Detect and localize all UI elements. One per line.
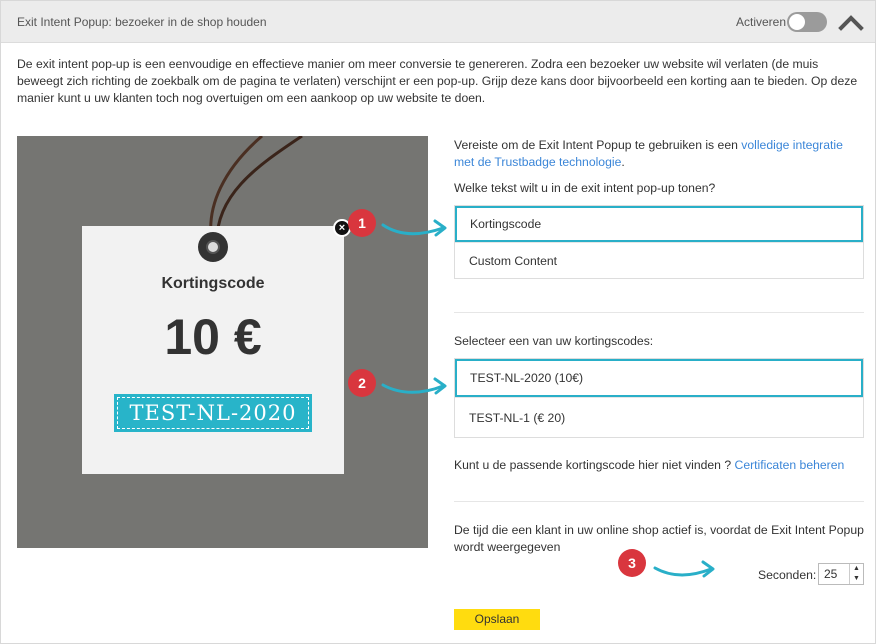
intro-text: De exit intent pop-up is een eenvoudige … (17, 57, 858, 105)
seconds-label: Seconden: (758, 568, 817, 582)
seconds-value: 25 (824, 567, 838, 581)
chevron-up-icon (838, 15, 864, 31)
tag-code: TEST-NL-2020 (117, 397, 309, 429)
panel-title: Exit Intent Popup: bezoeker in de shop h… (17, 15, 267, 29)
option-kortingscode[interactable]: Kortingscode (455, 206, 863, 242)
code-not-found-text: Kunt u de passende kortingscode hier nie… (454, 458, 845, 472)
panel-header: Exit Intent Popup: bezoeker in de shop h… (1, 1, 875, 43)
spin-buttons[interactable]: ▲ ▼ (849, 564, 863, 584)
toggle-knob (789, 14, 805, 30)
option-custom-content[interactable]: Custom Content (455, 242, 863, 278)
collapse-button[interactable] (837, 11, 865, 33)
tag-code-box: TEST-NL-2020 (114, 394, 312, 432)
arrow-right-icon (381, 377, 447, 395)
content-type-list: Kortingscode Custom Content (454, 205, 864, 279)
divider (454, 312, 864, 313)
content-question: Welke tekst wilt u in de exit intent pop… (454, 181, 716, 195)
code-option-test-nl-1[interactable]: TEST-NL-1 (€ 20) (455, 397, 863, 437)
popup-preview: Kortingscode 10 € TEST-NL-2020 (17, 136, 428, 548)
tag-title: Kortingscode (161, 275, 265, 292)
tag-eyelet-icon (198, 232, 228, 262)
activate-label: Activeren (736, 15, 787, 29)
discount-tag: Kortingscode 10 € TEST-NL-2020 (82, 226, 344, 474)
activate-toggle[interactable] (787, 12, 827, 32)
save-button[interactable]: Opslaan (454, 609, 540, 630)
tag-amount: 10 € (164, 309, 262, 365)
exit-intent-panel: Exit Intent Popup: bezoeker in de shop h… (0, 0, 876, 644)
discount-code-list: TEST-NL-2020 (10€) TEST-NL-1 (€ 20) (454, 358, 864, 438)
step-badge-2: 2 (348, 369, 376, 397)
spin-down-icon[interactable]: ▼ (850, 574, 863, 584)
requirement-text: Vereiste om de Exit Intent Popup te gebr… (454, 138, 843, 169)
step-badge-1: 1 (348, 209, 376, 237)
code-option-test-nl-2020[interactable]: TEST-NL-2020 (10€) (455, 359, 863, 397)
seconds-stepper[interactable]: 25 ▲ ▼ (818, 563, 864, 585)
delay-description: De tijd die een klant in uw online shop … (454, 523, 864, 554)
spin-up-icon[interactable]: ▲ (850, 564, 863, 574)
code-select-label: Selecteer een van uw kortingscodes: (454, 334, 654, 348)
arrow-right-icon (381, 219, 447, 237)
manage-certificates-link[interactable]: Certificaten beheren (735, 458, 845, 472)
arrow-right-icon (653, 560, 715, 578)
divider (454, 501, 864, 502)
